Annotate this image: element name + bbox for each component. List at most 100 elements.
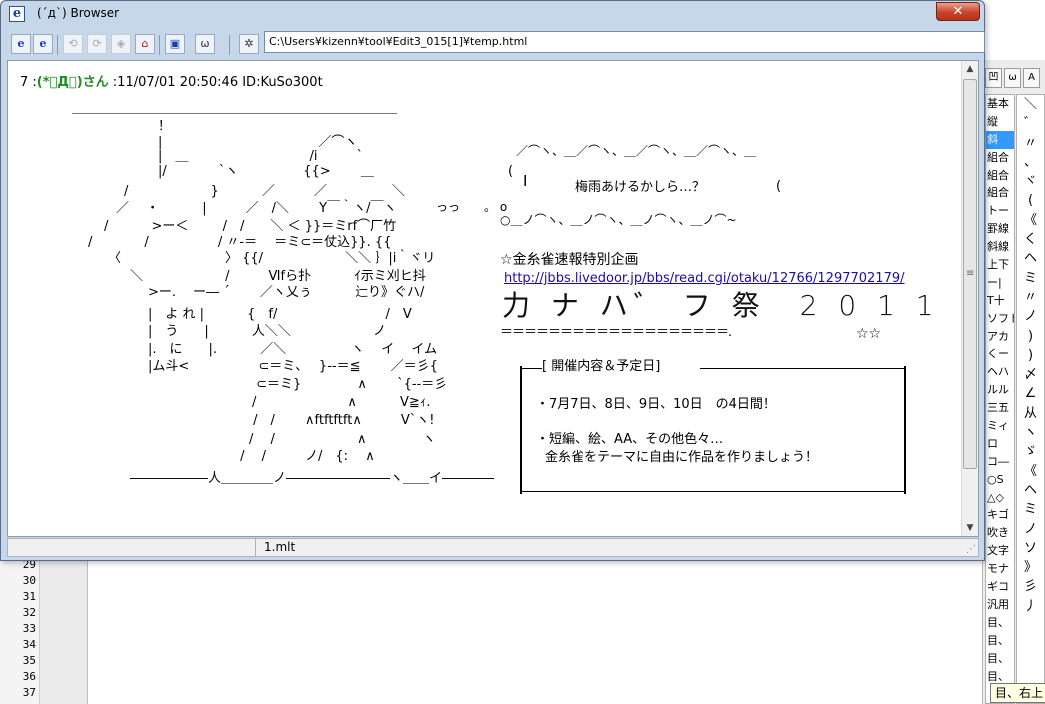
- palette-glyph-item[interactable]: 从: [1017, 404, 1044, 423]
- palette-category-item[interactable]: 縦: [986, 113, 1014, 131]
- line-number-gutter: 29 30 31 32 33 34 35 36 37: [0, 556, 40, 704]
- palette-category-item[interactable]: 斜線: [986, 238, 1014, 256]
- address-field[interactable]: C:\Users¥kizenn¥tool¥Edit3_015[1]¥temp.h…: [264, 31, 985, 53]
- palette-glyph-item[interactable]: ): [1017, 327, 1044, 346]
- banner-underline: ＝＝＝＝＝＝＝＝＝＝＝＝＝＝＝＝＝＝＝.: [500, 325, 732, 340]
- palette-category-item[interactable]: ヘハ: [986, 363, 1014, 381]
- palette-glyph-item[interactable]: く: [1017, 230, 1044, 249]
- ascii-art-line: ＼ / Ⅵfら扑 ｲ示ミ刈ヒ抖: [130, 269, 426, 284]
- post-number: 7 :: [20, 75, 37, 90]
- palette-glyph-item[interactable]: ミ: [1017, 269, 1044, 288]
- close-button[interactable]: ✕: [936, 2, 980, 21]
- palette-glyph-item[interactable]: 彡: [1017, 577, 1044, 596]
- palette-category-item[interactable]: 組合: [986, 149, 1014, 167]
- ascii-art-line: |ム斗< ⊂＝ミ、 }--＝≦ ／＝彡{: [148, 359, 438, 374]
- palette-category-item[interactable]: 基本: [986, 95, 1014, 113]
- palette-category-item[interactable]: アカ: [986, 328, 1014, 346]
- palette-glyph-item[interactable]: 《: [1017, 211, 1044, 230]
- schedule-item-2: 金糸雀をテーマに自由に作品を作りましょう！: [545, 450, 819, 465]
- palette-glyph-item[interactable]: ミ: [1017, 500, 1044, 519]
- palette-category-item[interactable]: ギコ: [986, 578, 1014, 596]
- palette-category-item[interactable]: くー: [986, 345, 1014, 363]
- editor-text-area[interactable]: [89, 556, 983, 704]
- palette-tooltip: 目、右上: [990, 683, 1045, 703]
- palette-category-item[interactable]: トー: [986, 202, 1014, 220]
- toolbar: e e ⟲ ⟳ ◈ ⌂ ▣ ω ✲ C:\Users¥kizenn¥tool¥E…: [7, 31, 985, 59]
- palette-glyph-list[interactable]: ＼ ゛〃、ヾ(《くヘミ〃ノ)) 〆 ∠ 从ヽゞ《ヘミノソ》彡丿: [1016, 94, 1045, 704]
- palette-category-item[interactable]: T十: [986, 292, 1014, 310]
- stop-button[interactable]: ◈: [111, 34, 131, 54]
- scroll-up-arrow-icon[interactable]: ▲: [962, 61, 978, 77]
- face-button[interactable]: ω: [195, 34, 215, 54]
- palette-category-item[interactable]: 目、: [986, 650, 1014, 668]
- palette-category-item[interactable]: 上下: [986, 256, 1014, 274]
- palette-glyph-item[interactable]: ノ: [1017, 520, 1044, 539]
- palette-category-item[interactable]: モナ: [986, 560, 1014, 578]
- palette-category-item[interactable]: コ―: [986, 453, 1014, 471]
- title-bar[interactable]: e (´д`) Browser ✕: [1, 1, 984, 29]
- palette-glyph-item[interactable]: 、: [1017, 153, 1044, 172]
- copy-button[interactable]: ▣: [165, 34, 185, 54]
- palette-glyph-item[interactable]: ＼: [1017, 95, 1044, 114]
- palette-glyph-item[interactable]: ヘ: [1017, 249, 1044, 268]
- palette-category-item[interactable]: ー|: [986, 274, 1014, 292]
- palette-glyph-item[interactable]: 《: [1017, 462, 1044, 481]
- palette-glyph-item[interactable]: ∠: [1017, 384, 1044, 403]
- palette-glyph-item[interactable]: 〃: [1017, 134, 1044, 153]
- forward-button[interactable]: ⟳: [87, 34, 107, 54]
- bubble-dots: っっ 。 o: [436, 200, 508, 214]
- palette-category-item[interactable]: ミィ: [986, 417, 1014, 435]
- palette-glyph-item[interactable]: ヾ: [1017, 172, 1044, 191]
- palette-category-item[interactable]: 組合: [986, 167, 1014, 185]
- schedule-title: [ 開催内容＆予定日]: [542, 359, 661, 375]
- resize-grip-icon[interactable]: ⋰: [966, 544, 976, 555]
- palette-category-item[interactable]: 目、: [986, 632, 1014, 650]
- palette-category-item[interactable]: 斜: [986, 130, 1014, 149]
- home-button[interactable]: ⌂: [135, 34, 155, 54]
- settings-button[interactable]: ✲: [239, 34, 259, 54]
- palette-glyph-item[interactable]: ノ: [1017, 307, 1044, 326]
- post-author: (*゚Д゚)さん: [36, 75, 109, 90]
- palette-glyph-item[interactable]: ゛: [1017, 114, 1044, 133]
- palette-glyph-item[interactable]: 丿: [1017, 597, 1044, 616]
- palette-glyph-item[interactable]: ヽ: [1017, 423, 1044, 442]
- palette-category-item[interactable]: 吹き: [986, 524, 1014, 542]
- palette-category-item[interactable]: 文字: [986, 542, 1014, 560]
- palette-category-item[interactable]: キゴ: [986, 506, 1014, 524]
- palette-category-item[interactable]: 罫線: [986, 220, 1014, 238]
- bubble-text: 梅雨あけるかしら…？: [575, 180, 706, 195]
- palette-glyph-item[interactable]: (: [1017, 191, 1044, 210]
- palette-glyph-item[interactable]: ヘ: [1017, 481, 1044, 500]
- ascii-art-line: / / ノ/ {: ∧: [158, 449, 375, 464]
- palette-category-item[interactable]: ソフト: [986, 310, 1014, 328]
- palette-glyph-item[interactable]: ゞ: [1017, 442, 1044, 461]
- event-link[interactable]: http://jbbs.livedoor.jp/bbs/read.cgi/ota…: [504, 271, 905, 287]
- palette-tab[interactable]: A: [1023, 68, 1040, 88]
- post-header: 7 :(*゚Д゚)さん :11/07/01 20:50:46 ID:KuSo30…: [20, 71, 323, 90]
- palette-category-item[interactable]: ○S: [986, 471, 1014, 489]
- palette-tab[interactable]: ω: [1004, 68, 1021, 88]
- palette-category-list[interactable]: 基本縦斜組合組合組合トー罫線斜線上下ー|T十ソフトアカくーヘハルル三五ミィロコ―…: [985, 94, 1015, 704]
- palette-category-item[interactable]: ルル: [986, 381, 1014, 399]
- palette-glyph-item[interactable]: ソ: [1017, 539, 1044, 558]
- back-button[interactable]: ⟲: [63, 34, 83, 54]
- palette-glyph-item[interactable]: 》: [1017, 558, 1044, 577]
- scroll-down-arrow-icon[interactable]: ▼: [962, 520, 978, 536]
- scroll-thumb[interactable]: [963, 79, 977, 469]
- palette-glyph-item[interactable]: 〆: [1017, 365, 1044, 384]
- palette-category-item[interactable]: 汎用: [986, 596, 1014, 614]
- palette-glyph-item[interactable]: 〃: [1017, 288, 1044, 307]
- palette-category-item[interactable]: 目、: [986, 614, 1014, 632]
- content-frame: 7 :(*゚Д゚)さん :11/07/01 20:50:46 ID:KuSo30…: [7, 60, 979, 537]
- palette-tabs: 凹 ω A: [983, 68, 1045, 90]
- palette-tab[interactable]: 凹: [985, 68, 1002, 88]
- palette-category-item[interactable]: ロ: [986, 435, 1014, 453]
- schedule-dates: ・7月7日、8日、9日、10日 の4日間！: [536, 397, 776, 412]
- palette-category-item[interactable]: 組合: [986, 184, 1014, 202]
- ie-open-button[interactable]: e: [11, 34, 31, 54]
- palette-category-item[interactable]: △◇: [986, 489, 1014, 507]
- palette-glyph-item[interactable]: ): [1017, 346, 1044, 365]
- ie-open-alt-button[interactable]: e: [33, 34, 53, 54]
- palette-category-item[interactable]: 三五: [986, 399, 1014, 417]
- vertical-scrollbar[interactable]: ▲ ▼: [961, 61, 978, 536]
